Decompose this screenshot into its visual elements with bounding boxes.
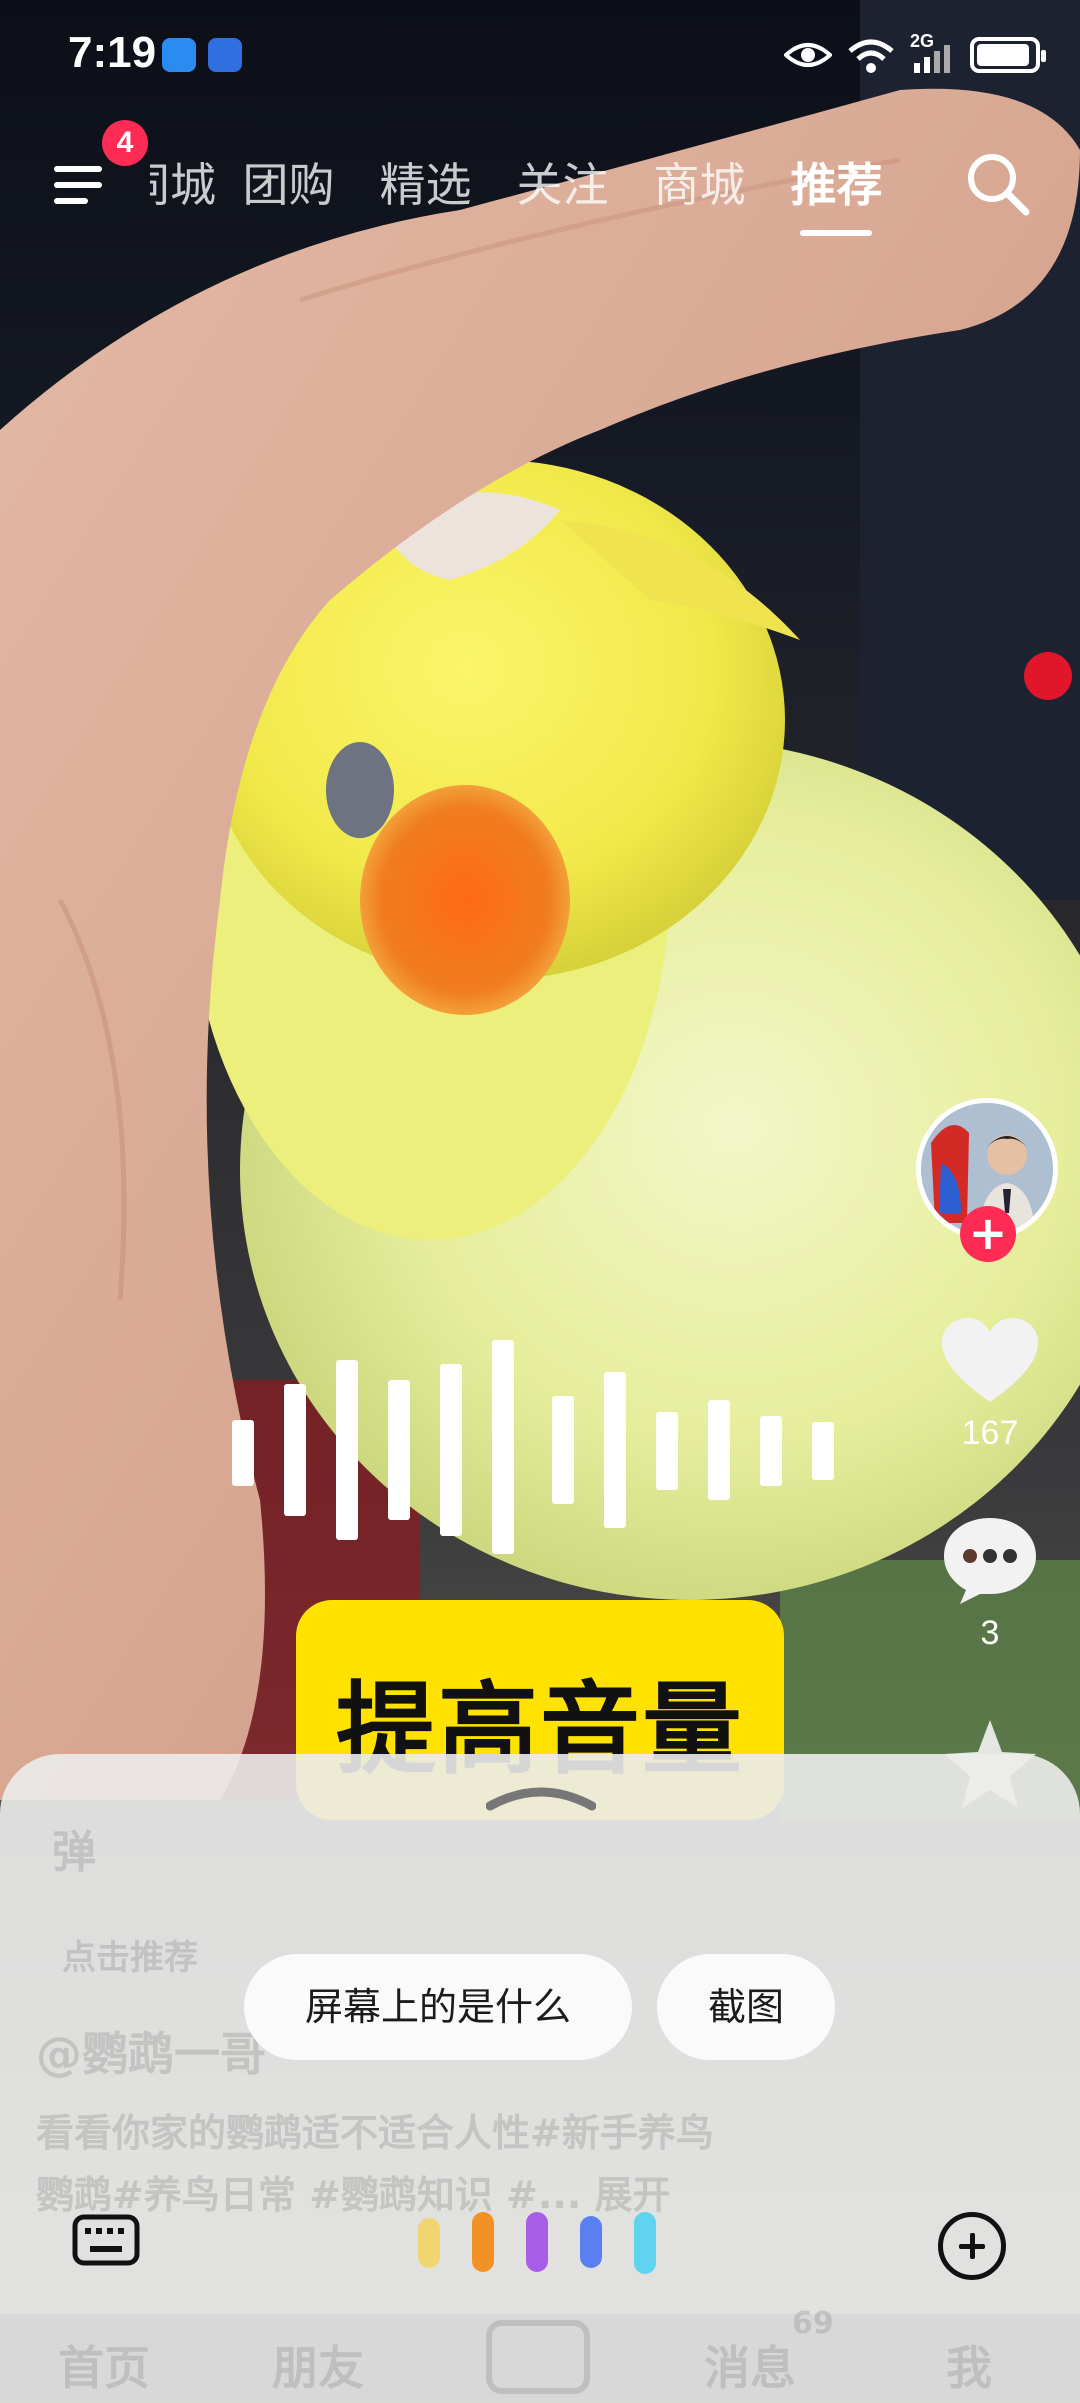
assistant-dot-orange bbox=[472, 2212, 494, 2272]
eye-comfort-icon bbox=[784, 43, 832, 67]
bottom-nav-friends-ghost: 朋友 bbox=[272, 2341, 364, 2395]
comment-button[interactable]: 3 bbox=[930, 1514, 1050, 1653]
screenshot-chip[interactable]: 截图 bbox=[657, 1954, 835, 2060]
tab-local[interactable]: 同城 bbox=[150, 140, 220, 230]
like-count: 167 bbox=[961, 1414, 1019, 1452]
voice-assistant-indicator[interactable] bbox=[418, 2212, 668, 2276]
like-button[interactable]: 167 bbox=[930, 1316, 1050, 1453]
sound-wave-graphic bbox=[232, 1340, 842, 1560]
danmaku-toggle-ghost: 弹 bbox=[52, 1827, 96, 1878]
heart-icon bbox=[942, 1318, 1038, 1402]
assistant-panel: 弹 点击推荐 @鹦鹉一哥 看看你家的鹦鹉适不适合人性#新手养鸟 鹦鹉#养鸟日常 … bbox=[0, 1754, 1080, 2403]
comment-icon bbox=[944, 1518, 1036, 1604]
caption-line2-ghost: 鹦鹉#养鸟日常 #鹦鹉知识 #... 展开 bbox=[36, 2173, 671, 2217]
feed-tabs: 同城 团购 精选 关注 商城 推荐 bbox=[150, 140, 905, 236]
cellular-signal-icon: 2G bbox=[910, 31, 956, 75]
status-time: 7:19 bbox=[68, 28, 157, 77]
author-name-ghost: @鹦鹉一哥 bbox=[36, 2027, 266, 2081]
network-type-label: 2G bbox=[910, 31, 935, 51]
assistant-dot-blue bbox=[580, 2216, 602, 2268]
keyboard-icon[interactable] bbox=[72, 2214, 140, 2266]
tab-following[interactable]: 关注 bbox=[494, 140, 631, 230]
tab-featured[interactable]: 精选 bbox=[357, 140, 494, 230]
menu-notification-badge: 4 bbox=[102, 120, 148, 166]
assistant-dot-purple bbox=[526, 2212, 548, 2272]
recommend-label-ghost: 点击推荐 bbox=[62, 1938, 198, 1978]
browser-app-icon bbox=[208, 38, 242, 72]
whats-on-screen-chip[interactable]: 屏幕上的是什么 bbox=[244, 1954, 632, 2060]
menu-icon-bar bbox=[54, 182, 102, 188]
search-icon[interactable] bbox=[962, 148, 1032, 218]
follow-button[interactable]: + bbox=[960, 1206, 1016, 1262]
bottom-nav-me-ghost: 我 bbox=[946, 2341, 992, 2395]
menu-icon bbox=[54, 166, 102, 172]
status-bar: 7:19 2G bbox=[0, 0, 1080, 110]
messages-badge-ghost: 69 bbox=[792, 2306, 834, 2341]
tab-recommend[interactable]: 推荐 bbox=[768, 140, 905, 236]
bottom-nav-messages-ghost: 消息 bbox=[704, 2341, 796, 2395]
comment-count: 3 bbox=[980, 1614, 1000, 1652]
top-navigation: 同城 团购 精选 关注 商城 推荐 bbox=[0, 130, 1080, 240]
bottom-nav-ghost: 首页 朋友 消息 69 我 bbox=[0, 2306, 1080, 2403]
assistant-dot-cyan bbox=[634, 2212, 656, 2274]
assistant-dot-yellow bbox=[418, 2218, 440, 2268]
collapse-handle-icon[interactable] bbox=[486, 1776, 596, 1816]
menu-icon-bar bbox=[54, 198, 88, 204]
add-attachment-button[interactable] bbox=[938, 2212, 1006, 2280]
menu-button[interactable] bbox=[50, 152, 110, 212]
weather-app-icon bbox=[162, 38, 196, 72]
caption-line1-ghost: 看看你家的鹦鹉适不适合人性#新手养鸟 bbox=[36, 2111, 714, 2155]
tab-mall[interactable]: 商城 bbox=[631, 140, 768, 230]
tab-group-buy[interactable]: 团购 bbox=[220, 140, 357, 230]
wifi-icon bbox=[848, 39, 894, 73]
create-button-ghost bbox=[486, 2320, 590, 2394]
bottom-nav-home-ghost: 首页 bbox=[58, 2341, 150, 2395]
battery-icon bbox=[970, 37, 1046, 73]
status-indicators: 2G bbox=[784, 30, 1046, 80]
